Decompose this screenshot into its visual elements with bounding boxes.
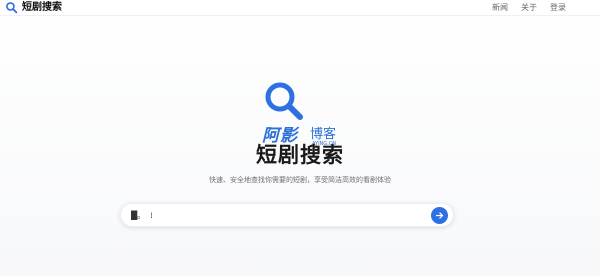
search-input[interactable] (131, 208, 421, 223)
nav-about[interactable]: 关于 (521, 2, 537, 13)
search-bar (120, 203, 454, 227)
nav-news[interactable]: 新闻 (492, 2, 508, 13)
page-subtitle: 快速、安全地查找你需要的短剧，享受简洁高效的看剧体验 (209, 176, 391, 184)
brand[interactable]: 短剧搜索 (5, 1, 62, 14)
watermark-side: 博客 (310, 127, 337, 142)
arrow-right-icon (435, 212, 444, 219)
search-icon (265, 82, 303, 120)
brand-name: 短剧搜索 (22, 2, 62, 13)
search-submit-button[interactable] (431, 207, 448, 224)
nav-login[interactable]: 登录 (550, 2, 566, 13)
top-bar: 短剧搜索 新闻 关于 登录 (0, 0, 600, 16)
page-title: 短剧搜索 (256, 143, 344, 167)
top-nav: 新闻 关于 登录 (492, 2, 566, 13)
search-icon (6, 2, 18, 14)
